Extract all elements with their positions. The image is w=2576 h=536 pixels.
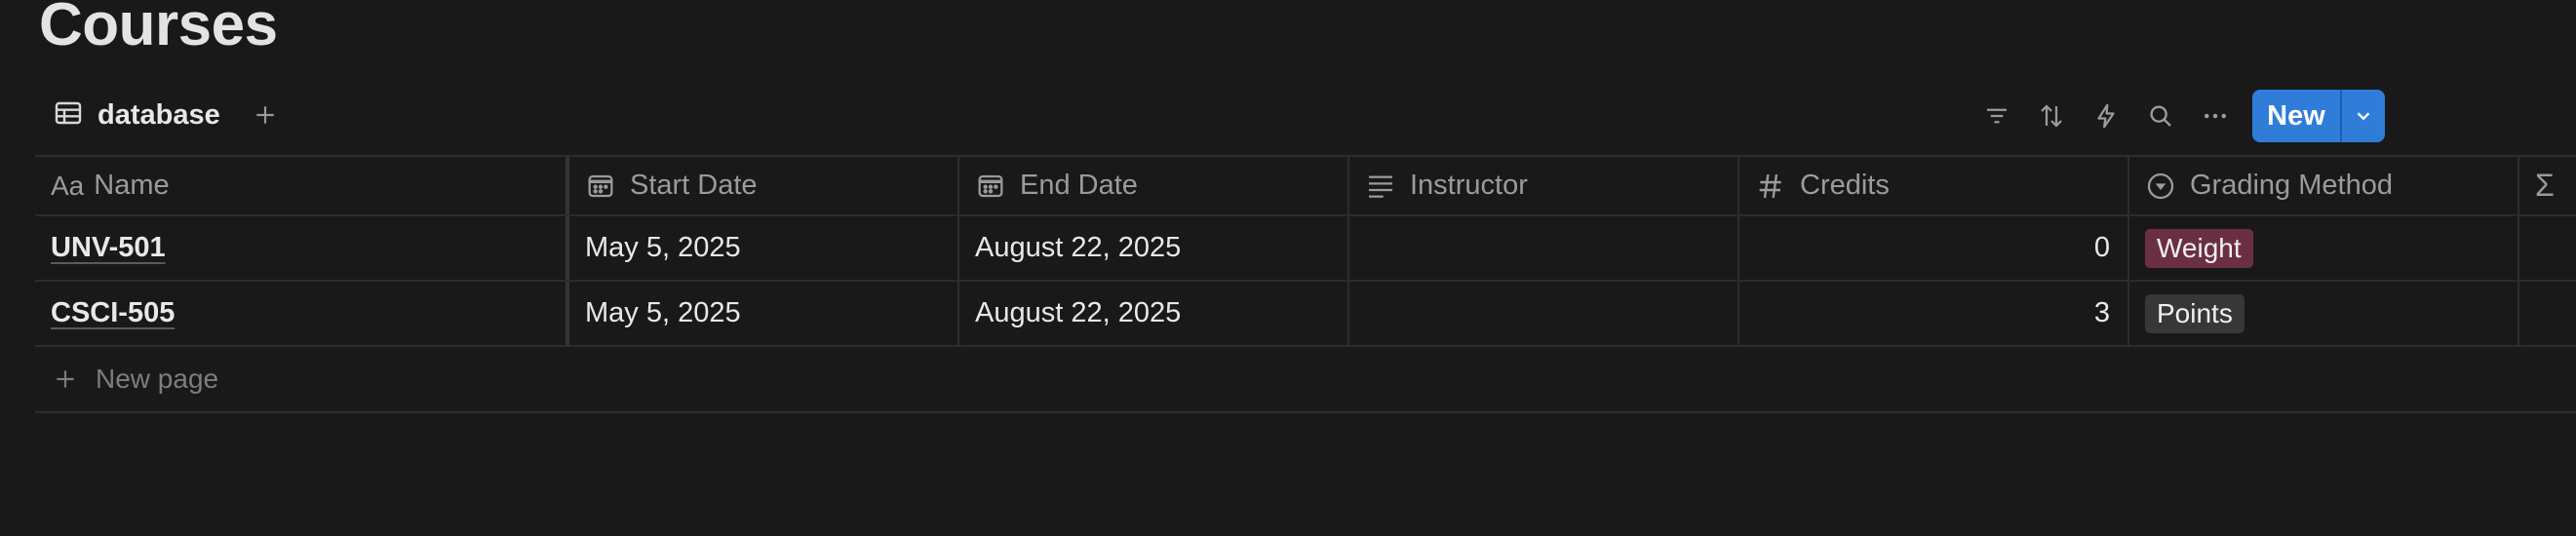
cell-end-date[interactable]: August 22, 2025 (959, 216, 1349, 280)
lightning-icon (2097, 103, 2115, 129)
search-button[interactable] (2133, 94, 2188, 138)
table-header-row: Aa Name Start Date End Date Instructor C… (35, 155, 2576, 216)
plus-icon (57, 370, 74, 388)
cell-name[interactable]: UNV-501 (35, 216, 569, 280)
cell-name[interactable]: CSCI-505 (35, 282, 569, 345)
new-button[interactable]: New (2252, 90, 2340, 142)
new-options-button[interactable] (2342, 90, 2385, 142)
view-toolbar: New (1970, 90, 2385, 142)
plus-icon (256, 106, 274, 124)
row-title[interactable]: UNV-501 (51, 232, 166, 264)
search-icon (2150, 105, 2171, 127)
select-icon (2145, 171, 2176, 202)
cell-calculate[interactable] (2519, 216, 2576, 280)
column-header-grading-method[interactable]: Grading Method (2129, 157, 2519, 214)
row-title[interactable]: CSCI-505 (51, 297, 175, 329)
table-icon (53, 97, 84, 134)
column-header-credits[interactable]: Credits (1739, 157, 2129, 214)
cell-start-date[interactable]: May 5, 2025 (569, 216, 959, 280)
cell-end-date[interactable]: August 22, 2025 (959, 282, 1349, 345)
chevron-down-icon (2357, 112, 2370, 121)
column-header-label: Name (94, 170, 170, 201)
add-view-button[interactable] (246, 96, 285, 134)
filter-icon (1987, 108, 2007, 124)
cell-credits[interactable]: 0 (1739, 216, 2129, 280)
grading-tag: Points (2145, 293, 2244, 333)
column-header-label: Instructor (1410, 170, 1528, 201)
page-title[interactable]: Courses (39, 0, 278, 57)
cell-grading-method[interactable]: Points (2129, 282, 2519, 345)
text-type-icon: Aa (51, 170, 85, 201)
grading-tag: Weight (2145, 228, 2253, 268)
cell-credits[interactable]: 3 (1739, 282, 2129, 345)
column-header-label: End Date (1020, 170, 1138, 201)
column-header-instructor[interactable]: Instructor (1349, 157, 1739, 214)
column-header-end-date[interactable]: End Date (959, 157, 1349, 214)
new-page-button[interactable]: New page (35, 347, 2576, 413)
column-header-label: Credits (1800, 170, 1890, 201)
view-bar: database (35, 90, 285, 140)
sigma-icon: Σ (2535, 168, 2555, 203)
cell-start-date[interactable]: May 5, 2025 (569, 282, 959, 345)
table-row[interactable]: CSCI-505 May 5, 2025 August 22, 2025 3 P… (35, 282, 2576, 347)
new-button-group: New (2252, 90, 2385, 142)
database-table: Aa Name Start Date End Date Instructor C… (35, 155, 2576, 413)
column-header-name[interactable]: Aa Name (35, 157, 569, 214)
ellipsis-icon (2205, 113, 2226, 119)
cell-grading-method[interactable]: Weight (2129, 216, 2519, 280)
new-page-label: New page (96, 364, 219, 394)
table-row[interactable]: UNV-501 May 5, 2025 August 22, 2025 0 We… (35, 216, 2576, 282)
view-tab-label: database (98, 98, 220, 131)
column-header-label: Grading Method (2190, 170, 2393, 201)
sort-button[interactable] (2024, 94, 2079, 138)
cell-instructor[interactable] (1349, 282, 1739, 345)
cell-calculate[interactable] (2519, 282, 2576, 345)
filter-button[interactable] (1970, 94, 2024, 138)
more-options-button[interactable] (2188, 94, 2243, 138)
automation-button[interactable] (2079, 94, 2133, 138)
view-tab-database[interactable]: database (35, 93, 228, 137)
column-header-start-date[interactable]: Start Date (569, 157, 959, 214)
cell-instructor[interactable] (1349, 216, 1739, 280)
column-header-calculate[interactable]: Σ (2519, 157, 2576, 214)
column-header-label: Start Date (630, 170, 758, 201)
calendar-icon (585, 171, 616, 202)
sort-icon (2041, 104, 2062, 128)
database-page: Courses database New Aa Name Start Date … (0, 0, 2576, 536)
calendar-icon (975, 171, 1006, 202)
text-lines-icon (1365, 171, 1396, 202)
hash-icon (1755, 171, 1786, 202)
